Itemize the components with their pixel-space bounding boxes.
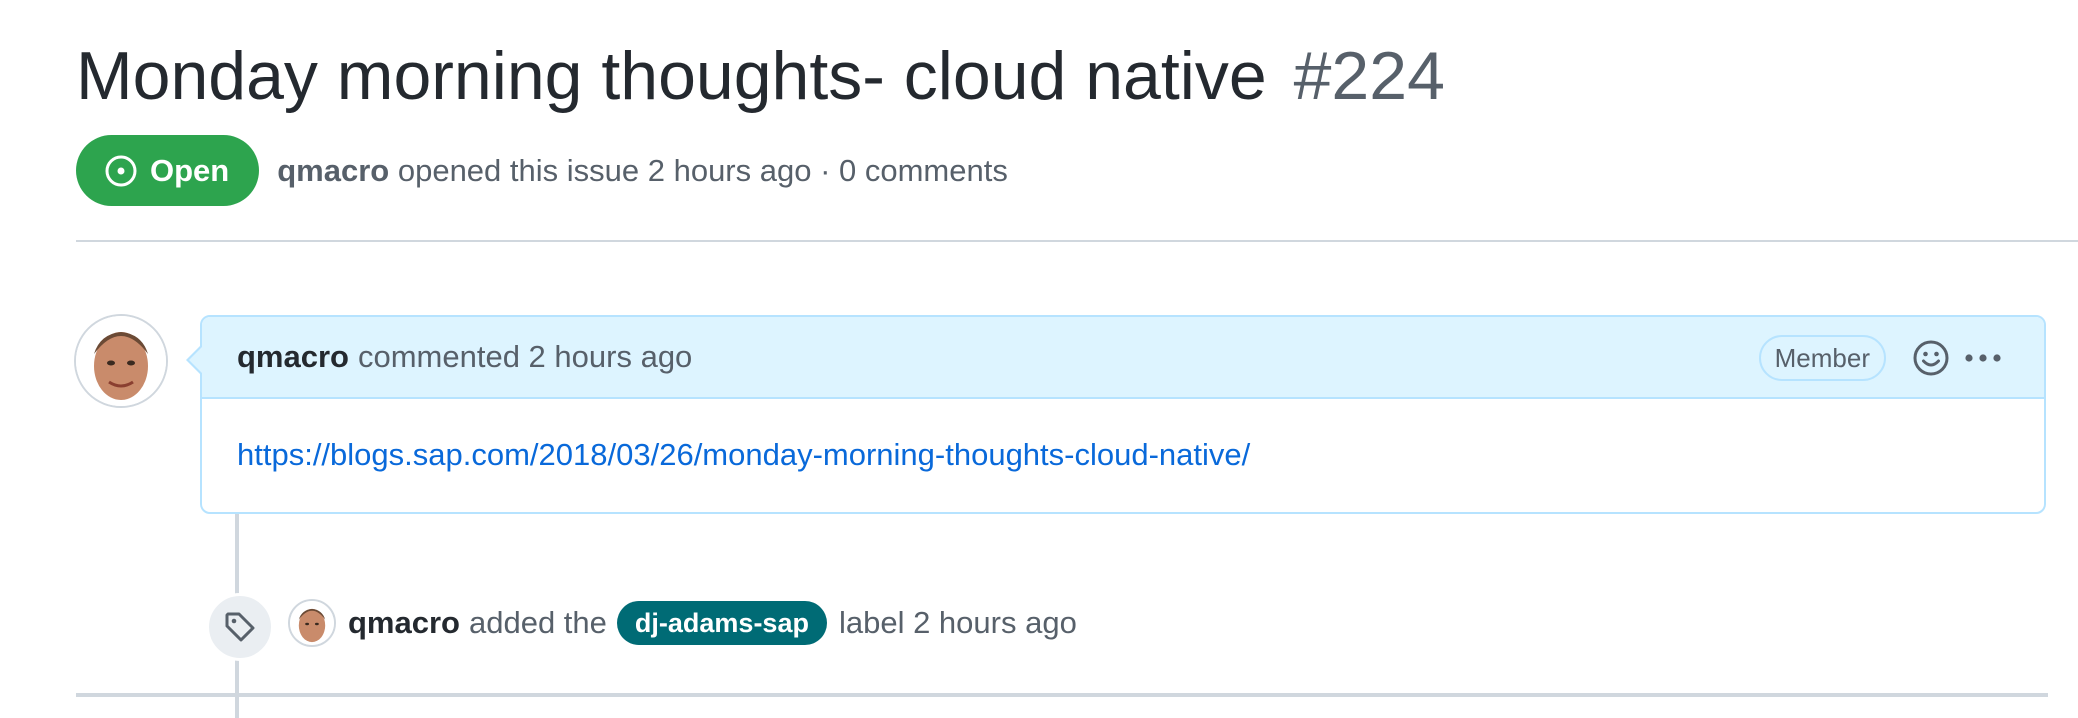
avatar-face-icon [76,316,166,406]
issue-number: #224 [1293,38,1445,114]
issue-opened-text: opened this issue 2 hours ago · 0 commen… [397,152,1008,188]
comment-author-link[interactable]: qmacro [237,339,349,375]
timeline-badge [206,593,274,661]
event-author-avatar[interactable] [288,599,336,647]
timeline-divider [76,693,2048,697]
comment-author-avatar[interactable] [74,314,168,408]
issue-meta-text: qmacro opened this issue 2 hours ago · 0… [277,153,1008,189]
header-divider [76,240,2078,242]
comment-box: qmacro commented 2 hours ago Member http… [200,315,2046,514]
event-author-link[interactable]: qmacro [348,605,460,641]
issue-meta: Open qmacro opened this issue 2 hours ag… [76,135,1008,206]
comment-body-link[interactable]: https://blogs.sap.com/2018/03/26/monday-… [237,437,1250,472]
kebab-horizontal-icon[interactable] [1962,339,2004,377]
label-event: qmacro added the dj-adams-sap label 2 ho… [288,598,1077,648]
comment-pointer-fill [189,346,203,374]
label-chip[interactable]: dj-adams-sap [616,601,827,645]
issue-opened-icon [105,155,137,186]
tag-icon [225,612,255,642]
issue-title: Monday morning thoughts- cloud native #2… [76,28,1445,124]
issue-state-badge: Open [76,135,260,206]
event-suffix: label 2 hours ago [838,605,1077,640]
avatar-face-icon [290,601,334,645]
issue-author-link[interactable]: qmacro [277,153,389,188]
member-badge: Member [1758,335,1886,381]
comment-body: https://blogs.sap.com/2018/03/26/monday-… [202,399,2044,511]
issue-state-label: Open [150,152,230,188]
event-action: added the [468,605,607,640]
issue-title-text: Monday morning thoughts- cloud native [76,38,1267,114]
comment-header: qmacro commented 2 hours ago Member [202,317,2044,399]
smiley-icon[interactable] [1912,339,1950,377]
comment-timestamp[interactable]: commented 2 hours ago [358,339,692,375]
